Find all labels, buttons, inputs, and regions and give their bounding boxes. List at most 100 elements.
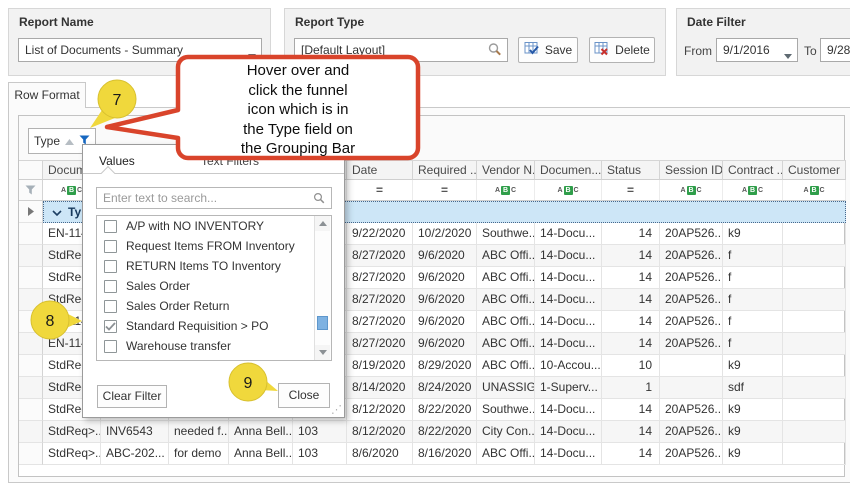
table-cell[interactable]: 8/6/2020: [347, 443, 413, 465]
table-cell[interactable]: 8/27/2020: [347, 311, 413, 333]
table-cell[interactable]: f: [723, 289, 783, 311]
table-cell[interactable]: 9/6/2020: [413, 311, 477, 333]
filter-cell-6[interactable]: =: [413, 180, 477, 201]
table-cell[interactable]: [783, 311, 846, 333]
filter-item[interactable]: Request Items FROM Inventory: [97, 236, 331, 256]
table-cell[interactable]: 14-Docu...: [535, 289, 602, 311]
table-cell[interactable]: 8/29/2020: [413, 355, 477, 377]
filter-cell-10[interactable]: ABC: [660, 180, 723, 201]
table-cell[interactable]: 1-Superv...: [535, 377, 602, 399]
table-cell[interactable]: 8/14/2020: [347, 377, 413, 399]
table-cell[interactable]: INV6543: [101, 421, 169, 443]
table-cell[interactable]: StdReq>...: [43, 421, 101, 443]
table-cell[interactable]: ABC-202...: [101, 443, 169, 465]
table-cell[interactable]: ABC Offi...: [477, 245, 535, 267]
table-cell[interactable]: 14-Docu...: [535, 267, 602, 289]
resize-grip[interactable]: ⋰: [331, 403, 341, 416]
table-cell[interactable]: Anna Bell...: [229, 443, 293, 465]
search-icon[interactable]: [487, 42, 503, 61]
table-cell[interactable]: Anna Bell...: [229, 421, 293, 443]
column-header-Contract ...[interactable]: Contract ...: [723, 161, 783, 180]
table-cell[interactable]: 10-Accou...: [535, 355, 602, 377]
table-cell[interactable]: 14-Docu...: [535, 245, 602, 267]
date-from-combo[interactable]: 9/1/2016: [716, 38, 798, 62]
filter-cell-9[interactable]: =: [602, 180, 660, 201]
table-cell[interactable]: ABC Offi...: [477, 443, 535, 465]
scrollbar-thumb[interactable]: [317, 316, 328, 330]
table-cell[interactable]: 14-Docu...: [535, 223, 602, 245]
filter-item[interactable]: Warehouse transfer: [97, 336, 331, 356]
checkbox[interactable]: [104, 320, 117, 333]
table-cell[interactable]: 14: [602, 245, 660, 267]
filter-search-box[interactable]: [96, 187, 332, 209]
table-cell[interactable]: 14-Docu...: [535, 333, 602, 355]
auto-filter-row-indicator[interactable]: [19, 180, 43, 201]
table-cell[interactable]: 20AP526...: [660, 333, 723, 355]
table-cell[interactable]: 103: [293, 421, 347, 443]
filter-cell-8[interactable]: ABC: [535, 180, 602, 201]
table-cell[interactable]: 14-Docu...: [535, 443, 602, 465]
checkbox[interactable]: [104, 240, 117, 253]
table-cell[interactable]: 14-Docu...: [535, 399, 602, 421]
table-cell[interactable]: 20AP526...: [660, 399, 723, 421]
table-cell[interactable]: 20AP526...: [660, 223, 723, 245]
table-cell[interactable]: k9: [723, 399, 783, 421]
table-cell[interactable]: [783, 289, 846, 311]
table-cell[interactable]: 10: [602, 355, 660, 377]
chevron-down-icon[interactable]: [52, 205, 62, 219]
filter-item[interactable]: Sales Order: [97, 276, 331, 296]
filter-cell-11[interactable]: ABC: [723, 180, 783, 201]
table-cell[interactable]: k9: [723, 443, 783, 465]
clear-filter-button[interactable]: Clear Filter: [97, 385, 167, 408]
table-cell[interactable]: 1: [602, 377, 660, 399]
table-cell[interactable]: Southwe...: [477, 399, 535, 421]
scroll-down-button[interactable]: [315, 345, 330, 360]
filter-cell-12[interactable]: ABC: [783, 180, 846, 201]
scrollbar[interactable]: [314, 216, 331, 360]
dropdown-arrow-icon[interactable]: [784, 48, 792, 62]
table-cell[interactable]: ABC Offi...: [477, 355, 535, 377]
table-cell[interactable]: 14: [602, 443, 660, 465]
table-cell[interactable]: 8/12/2020: [347, 399, 413, 421]
table-cell[interactable]: ABC Offi...: [477, 311, 535, 333]
table-cell[interactable]: 8/22/2020: [413, 421, 477, 443]
filter-cell-5[interactable]: =: [347, 180, 413, 201]
table-cell[interactable]: 14-Docu...: [535, 311, 602, 333]
table-cell[interactable]: 8/16/2020: [413, 443, 477, 465]
table-cell[interactable]: 9/22/2020: [347, 223, 413, 245]
filter-item[interactable]: Sales Order Return: [97, 296, 331, 316]
filter-item[interactable]: A/P with NO INVENTORY: [97, 216, 331, 236]
table-cell[interactable]: 9/6/2020: [413, 267, 477, 289]
table-cell[interactable]: [660, 355, 723, 377]
table-cell[interactable]: 8/22/2020: [413, 399, 477, 421]
table-cell[interactable]: 14: [602, 399, 660, 421]
table-cell[interactable]: 8/27/2020: [347, 333, 413, 355]
table-cell[interactable]: ABC Offi...: [477, 333, 535, 355]
column-header-Documen...[interactable]: Documen...: [535, 161, 602, 180]
column-header-Session ID[interactable]: Session ID: [660, 161, 723, 180]
table-cell[interactable]: f: [723, 333, 783, 355]
table-cell[interactable]: [783, 377, 846, 399]
table-cell[interactable]: 14: [602, 311, 660, 333]
table-cell[interactable]: k9: [723, 421, 783, 443]
table-cell[interactable]: [783, 421, 846, 443]
table-cell[interactable]: 14: [602, 267, 660, 289]
table-cell[interactable]: ABC Offi...: [477, 289, 535, 311]
table-cell[interactable]: k9: [723, 355, 783, 377]
table-cell[interactable]: 8/24/2020: [413, 377, 477, 399]
table-cell[interactable]: f: [723, 245, 783, 267]
column-header-Status[interactable]: Status: [602, 161, 660, 180]
table-cell[interactable]: 14: [602, 333, 660, 355]
table-cell[interactable]: 14: [602, 421, 660, 443]
table-cell[interactable]: 14-Docu...: [535, 421, 602, 443]
checkbox[interactable]: [104, 340, 117, 353]
scroll-up-button[interactable]: [315, 216, 330, 231]
table-cell[interactable]: k9: [723, 223, 783, 245]
table-cell[interactable]: 8/12/2020: [347, 421, 413, 443]
table-cell[interactable]: 8/27/2020: [347, 289, 413, 311]
table-cell[interactable]: ABC Offi...: [477, 267, 535, 289]
table-cell[interactable]: City Con...: [477, 421, 535, 443]
table-cell[interactable]: [783, 333, 846, 355]
column-header-Vendor N...[interactable]: Vendor N...: [477, 161, 535, 180]
table-cell[interactable]: needed f...: [169, 421, 229, 443]
